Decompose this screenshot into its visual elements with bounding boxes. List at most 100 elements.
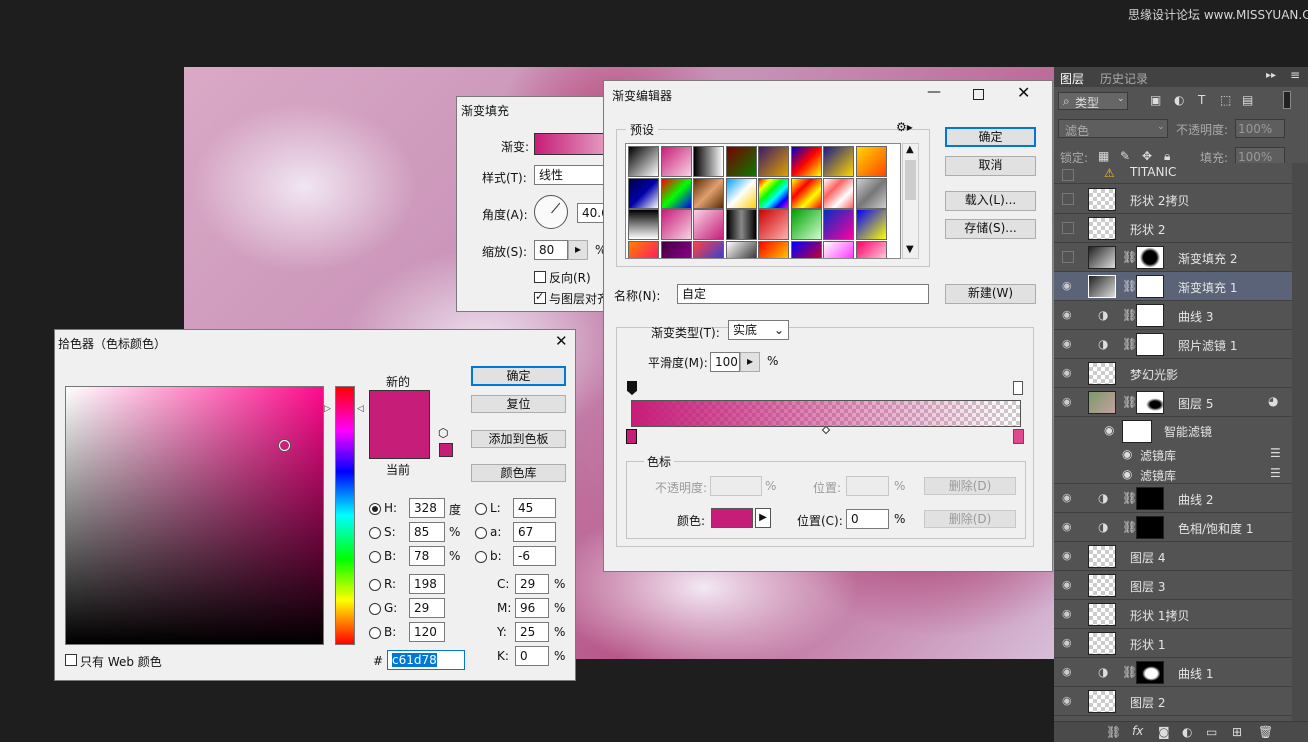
hue-arrow-left-icon[interactable]: ▷ <box>324 404 331 414</box>
eye-icon[interactable]: ◉ <box>1062 521 1076 533</box>
hue-arrow-right-icon[interactable]: ◁ <box>357 404 364 414</box>
color-stop-right[interactable] <box>1013 429 1024 444</box>
s-radio[interactable] <box>369 527 381 539</box>
eye-icon[interactable]: ◉ <box>1062 608 1076 620</box>
layer-row[interactable]: ◉ 智能滤镜 <box>1054 417 1292 444</box>
gradient-preset[interactable] <box>855 209 887 240</box>
layer-row[interactable]: ◉ 滤镜库 ☰ <box>1054 464 1292 484</box>
gradient-preset[interactable] <box>823 240 854 258</box>
reverse-checkbox[interactable] <box>534 271 546 283</box>
h-radio[interactable] <box>369 503 381 515</box>
layer-row[interactable]: ⚠ TITANIC <box>1054 163 1292 184</box>
gradient-preset[interactable] <box>693 209 724 240</box>
fx-icon[interactable]: fx <box>1132 724 1143 738</box>
g-radio[interactable] <box>369 603 381 615</box>
stop-color-swatch[interactable] <box>711 508 753 528</box>
layer-row[interactable]: ◉ ◑ ⛓ 曲线 1 <box>1054 658 1292 687</box>
gradient-preset[interactable] <box>693 177 724 209</box>
eye-icon[interactable]: ◉ <box>1062 666 1076 678</box>
r-radio[interactable] <box>369 579 381 591</box>
presets-grid[interactable] <box>625 143 901 259</box>
gradient-preset[interactable] <box>790 209 822 240</box>
add-to-swatches-button[interactable]: 添加到色板 <box>471 430 566 448</box>
color-libraries-button[interactable]: 颜色库 <box>471 464 566 482</box>
s-input[interactable]: 85 <box>409 522 445 542</box>
gradient-preset[interactable] <box>758 177 789 209</box>
smart-object-filter-icon[interactable]: ▤ <box>1242 93 1253 107</box>
filter-options-icon[interactable]: ☰ <box>1270 446 1281 460</box>
color-field-cursor[interactable] <box>279 440 290 451</box>
gradient-swatch[interactable] <box>534 133 614 155</box>
layer-row[interactable]: ◉ 图层 3 <box>1054 571 1292 600</box>
lock-all-icon[interactable]: 🔒︎ <box>1164 149 1170 164</box>
new-layer-icon[interactable]: ⊞ <box>1232 725 1242 739</box>
close-icon[interactable]: ✕ <box>555 332 568 350</box>
gradient-preset[interactable] <box>855 240 887 258</box>
web-safe-swatch[interactable] <box>439 443 453 457</box>
load-button[interactable]: 载入(L)... <box>945 191 1036 211</box>
presets-scrollbar[interactable]: ▲ ▼ <box>902 143 919 259</box>
layer-row[interactable]: ◉ 滤镜库 ☰ <box>1054 444 1292 464</box>
a-radio[interactable] <box>475 527 487 539</box>
hue-slider[interactable] <box>335 386 355 645</box>
r-input[interactable]: 198 <box>409 574 445 594</box>
picker-ok-button[interactable]: 确定 <box>471 366 566 386</box>
smoothness-input[interactable]: 100 <box>710 352 740 372</box>
new-adjustment-icon[interactable]: ◐ <box>1182 725 1192 739</box>
gradient-type-select[interactable]: 实底 ⌄ <box>728 320 789 340</box>
editor-ok-button[interactable]: 确定 <box>945 127 1036 147</box>
l-radio[interactable] <box>475 503 487 515</box>
gradient-preset[interactable] <box>758 240 789 258</box>
layer-row[interactable]: ◉ ◑ ⛓ 曲线 3 <box>1054 301 1292 330</box>
layer-row[interactable]: ◉ ◑ ⛓ 曲线 2 <box>1054 484 1292 513</box>
eye-icon[interactable]: ◉ <box>1062 367 1076 379</box>
lock-paint-icon[interactable]: ✎ <box>1120 149 1130 163</box>
visibility-off-icon[interactable] <box>1062 251 1074 263</box>
editor-cancel-button[interactable]: 取消 <box>945 156 1036 176</box>
name-input[interactable]: 自定 <box>677 284 929 304</box>
layer-row[interactable]: 形状 2拷贝 <box>1054 185 1292 214</box>
eye-icon[interactable]: ◉ <box>1062 579 1076 591</box>
gradient-preset[interactable] <box>790 240 822 258</box>
eye-icon[interactable]: ◉ <box>1062 309 1076 321</box>
visibility-off-icon[interactable] <box>1062 222 1074 234</box>
minimize-icon[interactable]: — <box>927 84 941 100</box>
m-input[interactable]: 96 <box>515 598 549 618</box>
smoothness-stepper[interactable]: ▸ <box>740 352 760 372</box>
eye-icon[interactable]: ◉ <box>1062 550 1076 562</box>
lock-transparent-icon[interactable]: ▦ <box>1098 149 1109 163</box>
bl-input[interactable]: 120 <box>409 622 445 642</box>
gradient-preset[interactable] <box>660 146 692 177</box>
trash-icon[interactable]: 🗑︎ <box>1258 725 1273 739</box>
scroll-thumb[interactable] <box>905 160 916 200</box>
a-input[interactable]: 67 <box>513 522 556 542</box>
tab-layers[interactable]: 图层 <box>1060 70 1084 87</box>
eye-icon[interactable]: ◉ <box>1122 447 1132 461</box>
gradient-preset[interactable] <box>855 146 887 177</box>
pixel-filter-icon[interactable]: ▣ <box>1150 93 1161 107</box>
b-lab-radio[interactable] <box>475 551 487 563</box>
layer-row[interactable]: ◉ ◑ ⛓ 照片滤镜 1 <box>1054 330 1292 359</box>
link-layers-icon[interactable]: ⛓ <box>1106 725 1121 739</box>
gradient-preset[interactable] <box>725 146 757 177</box>
gradient-preset[interactable] <box>693 146 724 177</box>
k-input[interactable]: 0 <box>515 646 549 666</box>
cube-icon[interactable]: ⬡ <box>438 426 448 440</box>
gradient-preset[interactable] <box>628 177 659 209</box>
layer-row[interactable]: ◉ ◑ ⛓ 色相/饱和度 1 <box>1054 513 1292 542</box>
add-mask-icon[interactable]: ◙ <box>1158 725 1170 739</box>
blend-mode-select[interactable]: 滤色 ⌄ <box>1058 119 1168 138</box>
style-select[interactable]: 线性 <box>534 165 608 185</box>
filter-options-icon[interactable]: ☰ <box>1270 466 1281 480</box>
layer-row[interactable]: ◉ ⛓ 渐变填充 1 <box>1054 272 1292 301</box>
type-filter-icon[interactable]: T <box>1198 93 1205 107</box>
panel-menu-icon[interactable]: ≡ <box>1290 68 1300 82</box>
web-only-checkbox[interactable] <box>65 654 77 666</box>
eye-icon[interactable]: ◉ <box>1104 423 1114 437</box>
eye-icon[interactable]: ◉ <box>1062 338 1076 350</box>
bv-radio[interactable] <box>369 551 381 563</box>
hex-input[interactable]: c61d78 <box>387 650 465 670</box>
save-button[interactable]: 存储(S)... <box>945 219 1036 239</box>
eye-icon[interactable]: ◉ <box>1062 695 1076 707</box>
gradient-preset[interactable] <box>758 146 789 177</box>
